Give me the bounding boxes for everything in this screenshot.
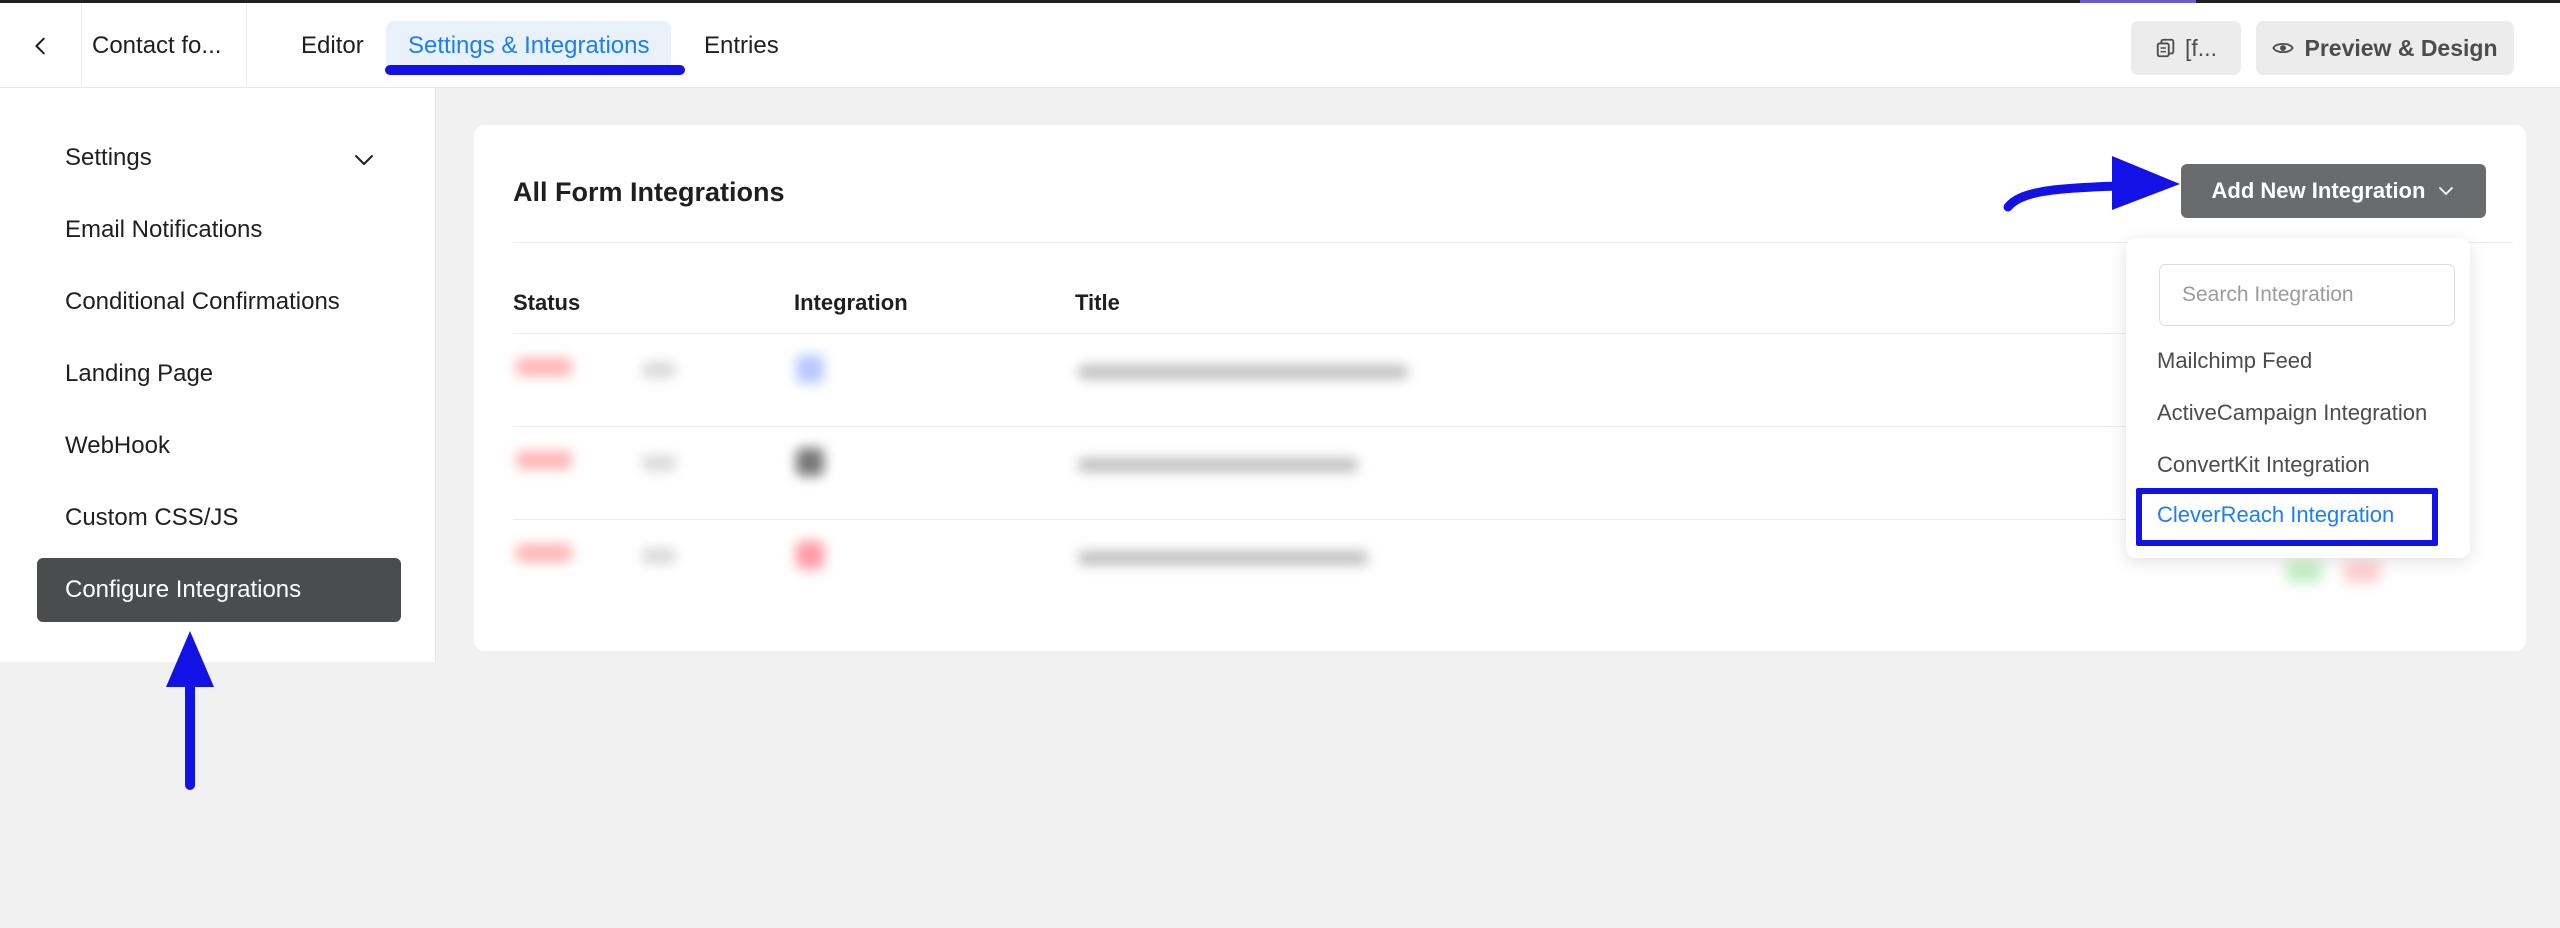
- back-button[interactable]: [0, 3, 82, 88]
- status-badge: [516, 544, 572, 562]
- dropdown-item-mailchimp[interactable]: Mailchimp Feed: [2157, 348, 2312, 374]
- dropdown-item-activecampaign[interactable]: ActiveCampaign Integration: [2157, 400, 2427, 426]
- sidebar-item-landing-page[interactable]: Landing Page: [65, 360, 213, 388]
- integration-logo: [796, 541, 824, 569]
- toggle-switch: [642, 455, 676, 471]
- sidebar-item-conditional-confirmations[interactable]: Conditional Confirmations: [65, 288, 340, 316]
- annotation-underline: [385, 65, 685, 75]
- add-new-integration-button[interactable]: Add New Integration: [2181, 164, 2486, 218]
- integration-dropdown: Mailchimp Feed ActiveCampaign Integratio…: [2126, 238, 2470, 558]
- add-new-integration-label: Add New Integration: [2211, 178, 2426, 203]
- integration-logo: [796, 448, 824, 476]
- column-header-integration: Integration: [794, 290, 908, 315]
- integration-logo: [796, 355, 824, 383]
- dropdown-item-convertkit[interactable]: ConvertKit Integration: [2157, 452, 2370, 478]
- toggle-switch: [642, 548, 676, 564]
- shortcode-label: [f...: [2185, 34, 2217, 61]
- divider: [513, 333, 2233, 334]
- sidebar-item-configure-integrations[interactable]: Configure Integrations: [37, 558, 401, 622]
- tab-entries[interactable]: Entries: [704, 3, 779, 88]
- column-header-status: Status: [513, 290, 581, 315]
- eye-icon: [2272, 42, 2295, 54]
- annotation-arrow-right-icon: [2003, 156, 2180, 212]
- annotation-highlight-box: [2136, 488, 2438, 546]
- sidebar-item-custom-css-js[interactable]: Custom CSS/JS: [65, 504, 238, 532]
- status-badge: [516, 451, 572, 469]
- chevron-left-icon: [34, 37, 45, 54]
- preview-label: Preview & Design: [2304, 34, 2498, 61]
- preview-design-button[interactable]: Preview & Design: [2256, 21, 2514, 75]
- row-title: [1078, 365, 1408, 379]
- search-integration-input[interactable]: [2159, 264, 2455, 326]
- toggle-switch: [642, 362, 676, 378]
- column-header-title: Title: [1075, 290, 1120, 315]
- sidebar-item-email-notifications[interactable]: Email Notifications: [65, 216, 262, 244]
- sidebar-item-settings[interactable]: Settings: [65, 144, 152, 172]
- progress-accent-line: [2080, 0, 2196, 3]
- sidebar-item-webhook[interactable]: WebHook: [65, 432, 170, 460]
- chevron-down-icon[interactable]: [352, 148, 376, 172]
- tab-editor[interactable]: Editor: [301, 3, 364, 88]
- top-bar: Contact fo... Editor Settings & Integrat…: [0, 0, 2560, 88]
- divider: [246, 3, 247, 88]
- page-title: All Form Integrations: [513, 177, 785, 207]
- divider: [513, 426, 2233, 427]
- tab-settings-integrations[interactable]: Settings & Integrations: [386, 21, 672, 71]
- delete-action: [2344, 561, 2380, 583]
- row-title: [1078, 551, 1368, 565]
- row-title: [1078, 458, 1358, 472]
- annotation-arrow-up-icon: [166, 631, 214, 790]
- copy-icon: [2156, 38, 2175, 58]
- edit-action: [2286, 561, 2322, 583]
- chevron-down-icon: [2439, 187, 2454, 195]
- settings-sidebar: Settings Email Notifications Conditional…: [0, 88, 436, 662]
- status-badge: [516, 358, 572, 376]
- divider: [513, 519, 2233, 520]
- form-name[interactable]: Contact fo...: [92, 3, 221, 88]
- shortcode-button[interactable]: [f...: [2131, 21, 2241, 75]
